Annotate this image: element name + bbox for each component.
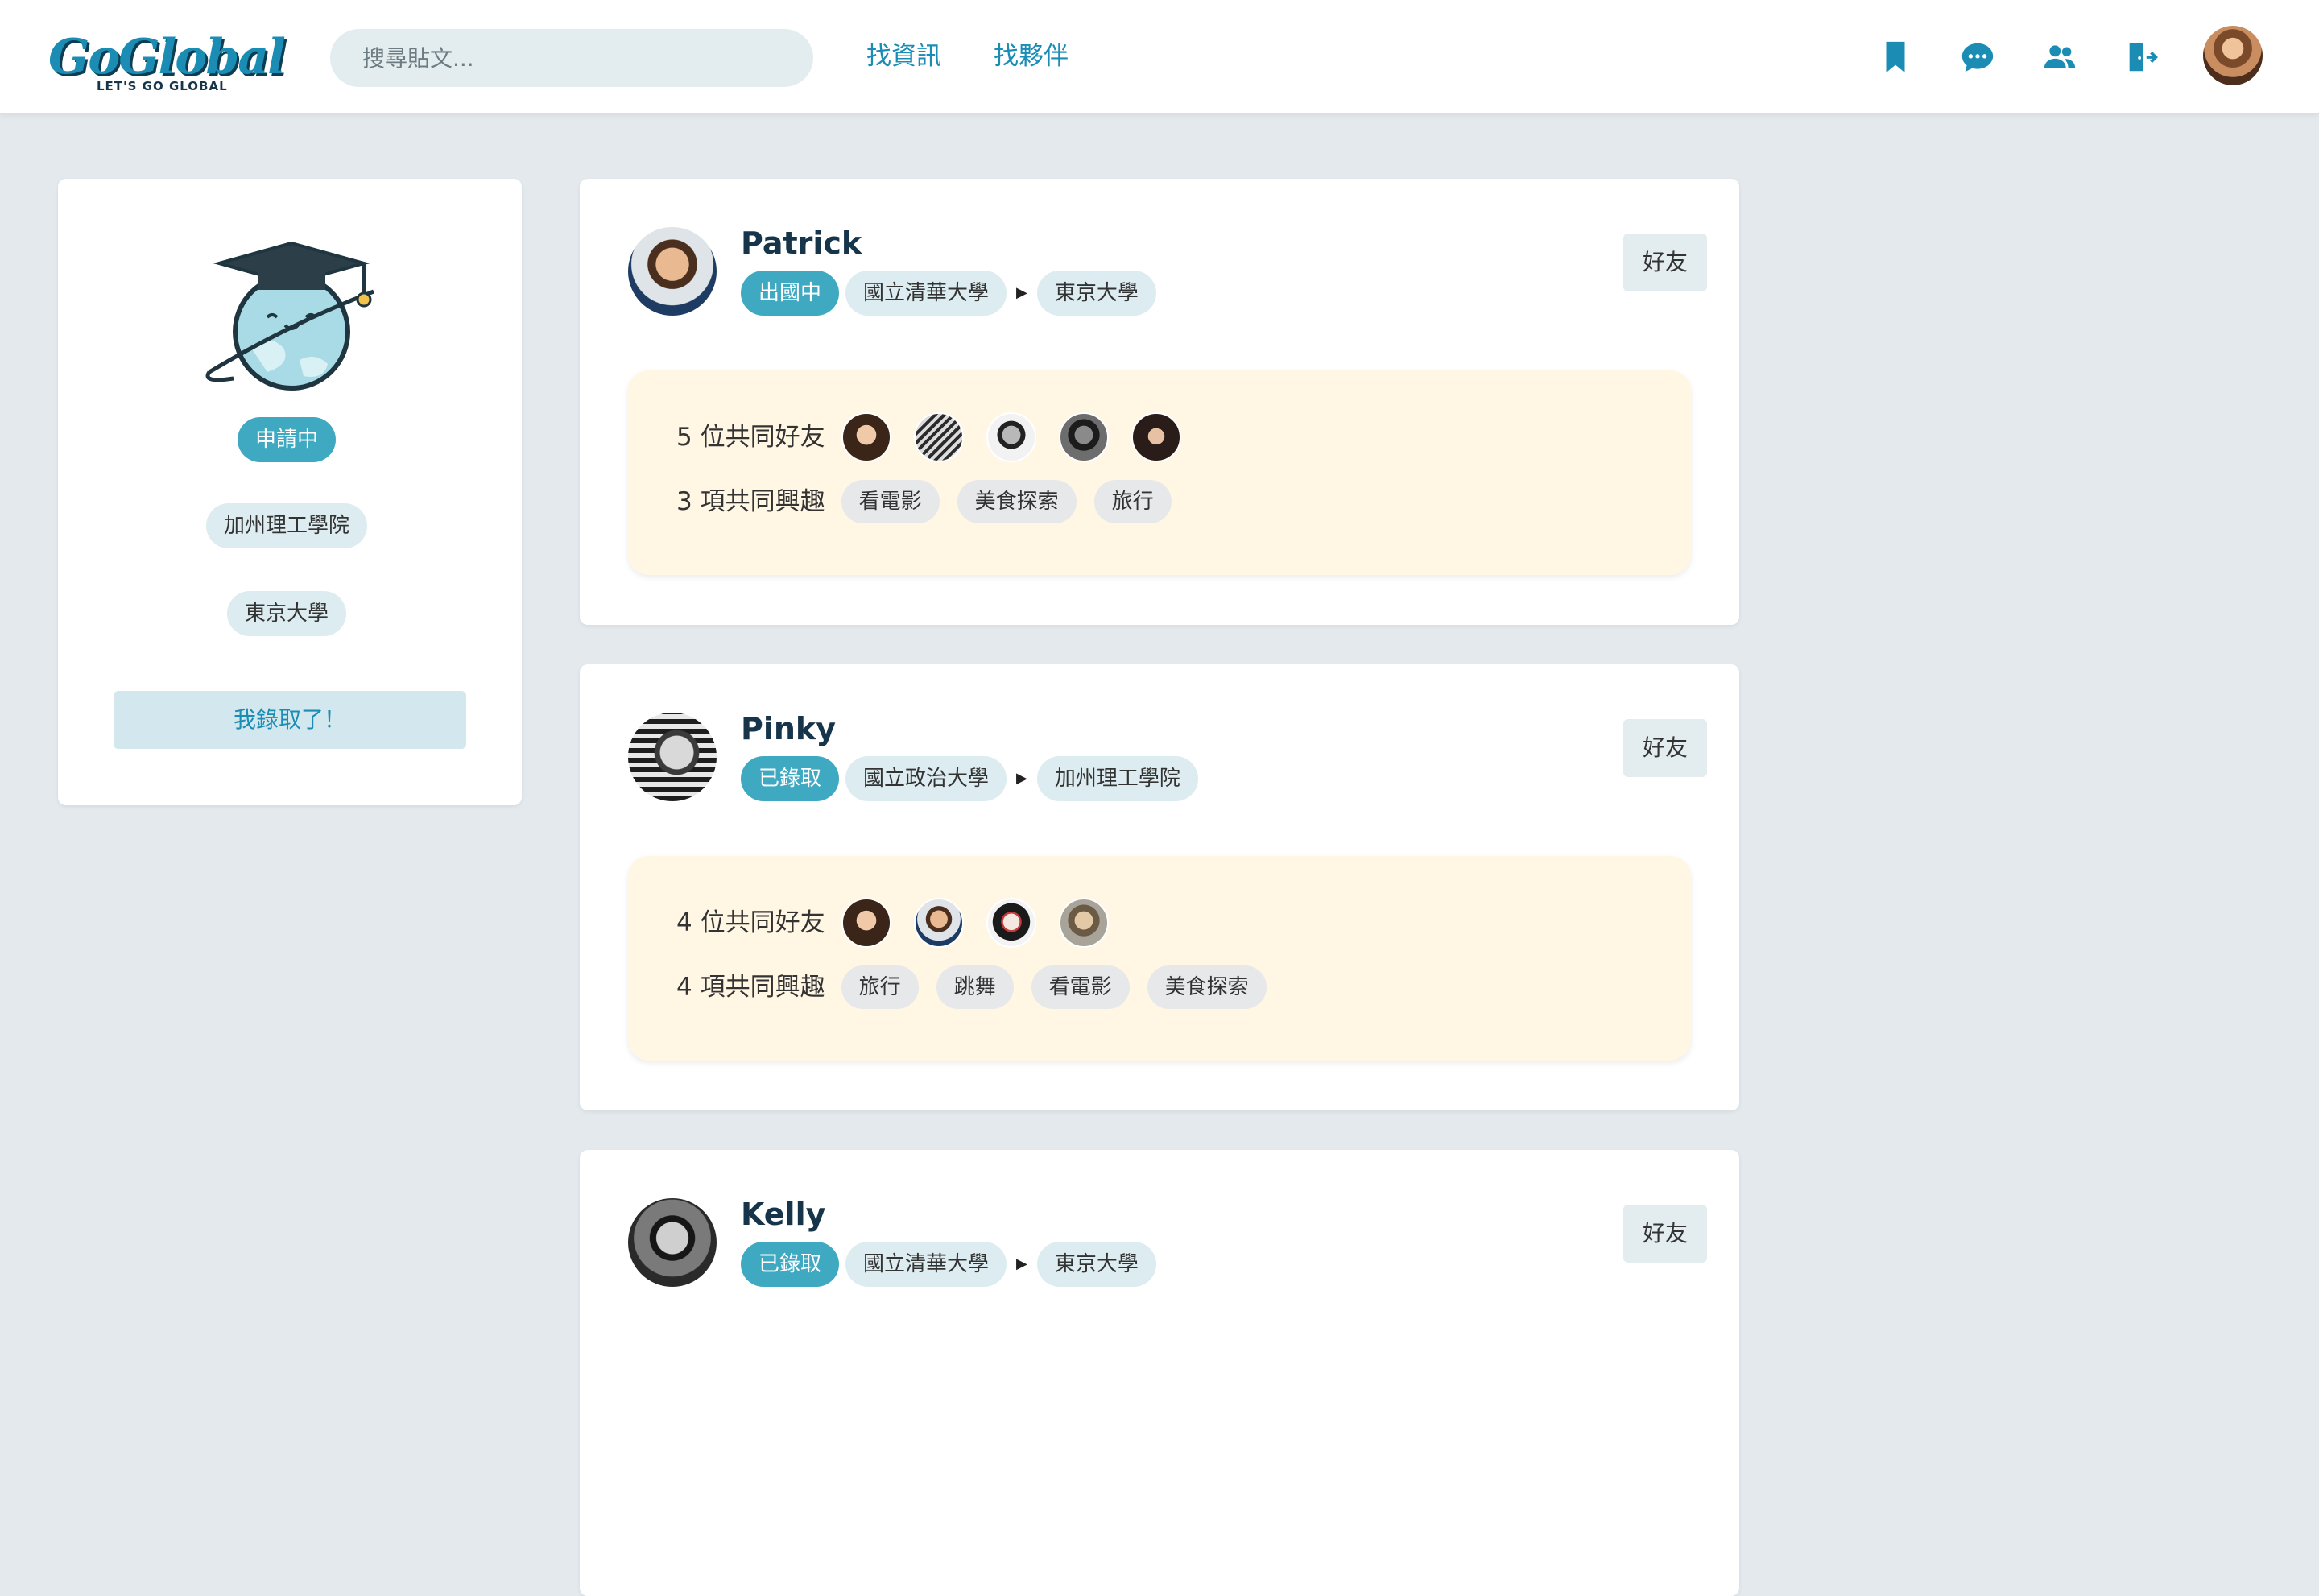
avatar[interactable] <box>628 1198 717 1287</box>
arrow-right-icon: ▶ <box>1016 284 1027 301</box>
interest-tag: 美食探索 <box>1147 965 1267 1009</box>
logout-icon[interactable] <box>2123 39 2160 76</box>
user-card: Patrick 出國中 國立清華大學 ▶ 東京大學 好友 5 位共同好友 3 項共同興… <box>580 179 1739 625</box>
mutual-friend-avatar[interactable] <box>913 898 964 948</box>
goglobal-logo[interactable]: GoGlobal LET'S GO GLOBAL <box>48 29 286 93</box>
common-info-box: 4 位共同好友 4 項共同興趣 旅行 跳舞 看電影 美食探索 <box>628 856 1691 1061</box>
friend-button[interactable]: 好友 <box>1623 1205 1707 1263</box>
user-card: Kelly 已錄取 國立清華大學 ▶ 東京大學 好友 <box>580 1150 1739 1596</box>
school-route: 出國中 國立清華大學 ▶ 東京大學 <box>741 271 1163 316</box>
avatar[interactable] <box>628 227 717 316</box>
mutual-friend-avatar[interactable] <box>841 412 891 462</box>
user-avatar[interactable] <box>2203 26 2263 85</box>
friend-button[interactable]: 好友 <box>1623 719 1707 777</box>
mutual-friend-avatar[interactable] <box>986 412 1036 462</box>
mutual-friend-avatar[interactable] <box>986 898 1036 948</box>
mutual-friend-avatar[interactable] <box>841 898 891 948</box>
search-input[interactable] <box>330 29 813 87</box>
my-profile-card: 申請中 加州理工學院 東京大學 我錄取了！ <box>58 179 522 805</box>
interest-tag: 美食探索 <box>957 480 1077 523</box>
to-school-badge: 東京大學 <box>1036 271 1156 316</box>
profile-school-badge: 東京大學 <box>227 591 347 636</box>
friends-icon[interactable] <box>2041 39 2078 76</box>
user-name[interactable]: Kelly <box>741 1197 825 1232</box>
mutual-friend-avatar[interactable] <box>1058 412 1109 462</box>
to-school-badge: 東京大學 <box>1036 1242 1156 1287</box>
user-name[interactable]: Pinky <box>741 711 836 746</box>
from-school-badge: 國立清華大學 <box>845 271 1007 316</box>
i-got-accepted-button[interactable]: 我錄取了！ <box>114 691 466 749</box>
interest-tag: 旅行 <box>1093 480 1172 523</box>
logo-tagline: LET'S GO GLOBAL <box>97 79 228 93</box>
common-interests-row: 4 項共同興趣 旅行 跳舞 看電影 美食探索 <box>676 962 1284 1012</box>
globe-mascot-icon <box>203 227 380 404</box>
status-badge: 已錄取 <box>741 756 840 801</box>
status-badge: 已錄取 <box>741 1242 840 1287</box>
mutual-friends-label: 4 位共同好友 <box>676 908 825 937</box>
bookmark-icon[interactable] <box>1877 39 1914 76</box>
mutual-friend-avatar[interactable] <box>1131 412 1181 462</box>
profile-school-badge: 加州理工學院 <box>206 503 368 548</box>
user-name[interactable]: Patrick <box>741 225 862 261</box>
status-badge: 出國中 <box>741 271 840 316</box>
common-interests-label: 3 項共同興趣 <box>676 487 825 516</box>
mutual-friends-row: 5 位共同好友 <box>676 412 1204 462</box>
application-status-badge: 申請中 <box>238 417 337 462</box>
avatar[interactable] <box>628 713 717 801</box>
mutual-friends-label: 5 位共同好友 <box>676 423 825 452</box>
user-card: Pinky 已錄取 國立政治大學 ▶ 加州理工學院 好友 4 位共同好友 4 項共同興… <box>580 664 1739 1110</box>
common-interests-row: 3 項共同興趣 看電影 美食探索 旅行 <box>676 477 1189 527</box>
to-school-badge: 加州理工學院 <box>1036 756 1198 801</box>
logo-wordmark: GoGlobal <box>48 29 286 85</box>
top-navbar: GoGlobal LET'S GO GLOBAL 找資訊 找夥伴 <box>0 0 2319 114</box>
chat-icon[interactable] <box>1959 39 1996 76</box>
nav-find-partner[interactable]: 找夥伴 <box>994 40 1069 72</box>
mutual-friend-avatar[interactable] <box>1058 898 1109 948</box>
interest-tag: 看電影 <box>841 480 940 523</box>
from-school-badge: 國立政治大學 <box>845 756 1007 801</box>
mutual-friends-row: 4 位共同好友 <box>676 898 1131 948</box>
arrow-right-icon: ▶ <box>1016 770 1027 787</box>
common-interests-label: 4 項共同興趣 <box>676 973 825 1002</box>
school-route: 已錄取 國立清華大學 ▶ 東京大學 <box>741 1242 1163 1287</box>
interest-tag: 看電影 <box>1031 965 1130 1009</box>
school-route: 已錄取 國立政治大學 ▶ 加州理工學院 <box>741 756 1205 801</box>
mutual-friend-avatar[interactable] <box>913 412 964 462</box>
common-info-box: 5 位共同好友 3 項共同興趣 看電影 美食探索 旅行 <box>628 370 1691 575</box>
arrow-right-icon: ▶ <box>1016 1255 1027 1272</box>
friend-button[interactable]: 好友 <box>1623 234 1707 291</box>
interest-tag: 跳舞 <box>936 965 1014 1009</box>
interest-tag: 旅行 <box>841 965 919 1009</box>
from-school-badge: 國立清華大學 <box>845 1242 1007 1287</box>
nav-find-info[interactable]: 找資訊 <box>866 40 941 72</box>
